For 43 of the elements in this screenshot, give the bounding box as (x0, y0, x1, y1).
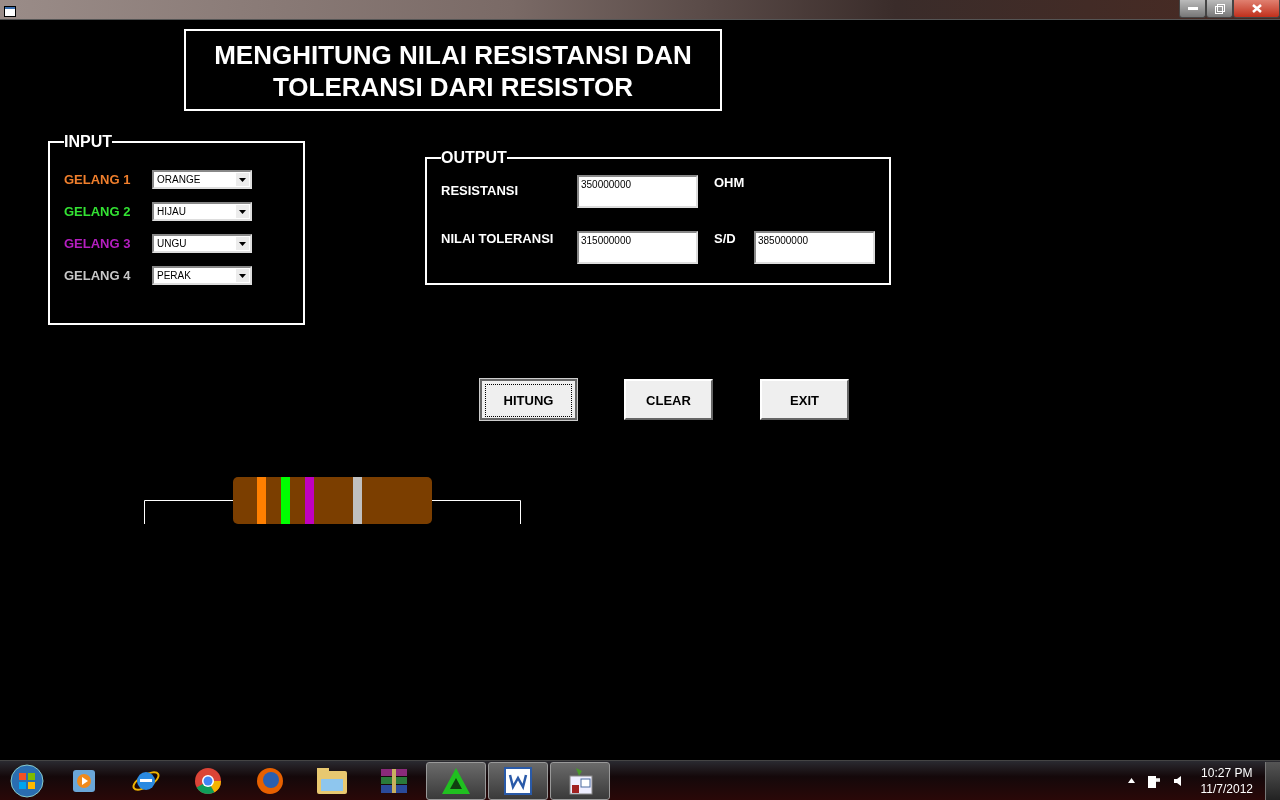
minimize-button[interactable] (1179, 0, 1206, 18)
taskbar-app-button[interactable] (550, 761, 610, 800)
band-label: GELANG 3 (64, 235, 132, 251)
clock-date: 11/7/2012 (1200, 780, 1253, 797)
tolerance-label: NILAI TOLERANSI (441, 231, 555, 246)
clock-time: 10:27 PM (1201, 764, 1253, 781)
document-w-icon (504, 766, 532, 795)
color-dropdown[interactable]: UNGU (152, 233, 252, 253)
calculator-icon (566, 766, 594, 795)
action-button[interactable]: HITUNG (480, 379, 577, 420)
minimize-icon (1187, 6, 1198, 11)
form-title: MENGHITUNG NILAI RESISTANSI DAN TOLERANSI DARI RESISTOR (184, 29, 722, 111)
tolerance-max-field[interactable]: 385000000 (754, 231, 875, 264)
show-desktop-button[interactable] (1265, 761, 1280, 800)
browser-circle-icon (194, 766, 222, 795)
folder-icon (316, 766, 348, 795)
books-icon (379, 766, 409, 795)
action-button[interactable]: CLEAR (624, 379, 713, 420)
resistance-field[interactable]: 350000000 (577, 175, 698, 208)
window-icon (4, 6, 16, 17)
color-dropdown[interactable]: ORANGE (152, 169, 252, 189)
color-dropdown[interactable]: PERAK (152, 265, 252, 285)
color-dropdown[interactable]: HIJAU (152, 201, 252, 221)
maximize-button[interactable] (1206, 0, 1233, 18)
frame-legend: INPUT (64, 133, 112, 151)
browser-globe-icon (256, 766, 284, 795)
close-button[interactable] (1233, 0, 1280, 18)
show-hidden-icons-icon[interactable] (1127, 778, 1135, 783)
band-label: GELANG 1 (64, 171, 132, 187)
taskbar-app-button[interactable] (488, 761, 548, 800)
range-label: S/D (714, 231, 737, 246)
frame-legend: OUTPUT (441, 149, 507, 167)
band-label: GELANG 2 (64, 203, 132, 219)
band-label: GELANG 4 (64, 267, 132, 283)
taskbar-app-button[interactable] (426, 761, 486, 800)
restore-icon (1214, 3, 1225, 14)
close-icon (1251, 4, 1262, 13)
triangle-icon (441, 766, 471, 795)
tolerance-min-field[interactable]: 315000000 (577, 231, 698, 264)
resistance-label: RESISTANSI (441, 183, 520, 198)
action-button[interactable]: EXIT (760, 379, 849, 420)
play-icon (71, 767, 97, 794)
unit-label: OHM (714, 175, 746, 190)
